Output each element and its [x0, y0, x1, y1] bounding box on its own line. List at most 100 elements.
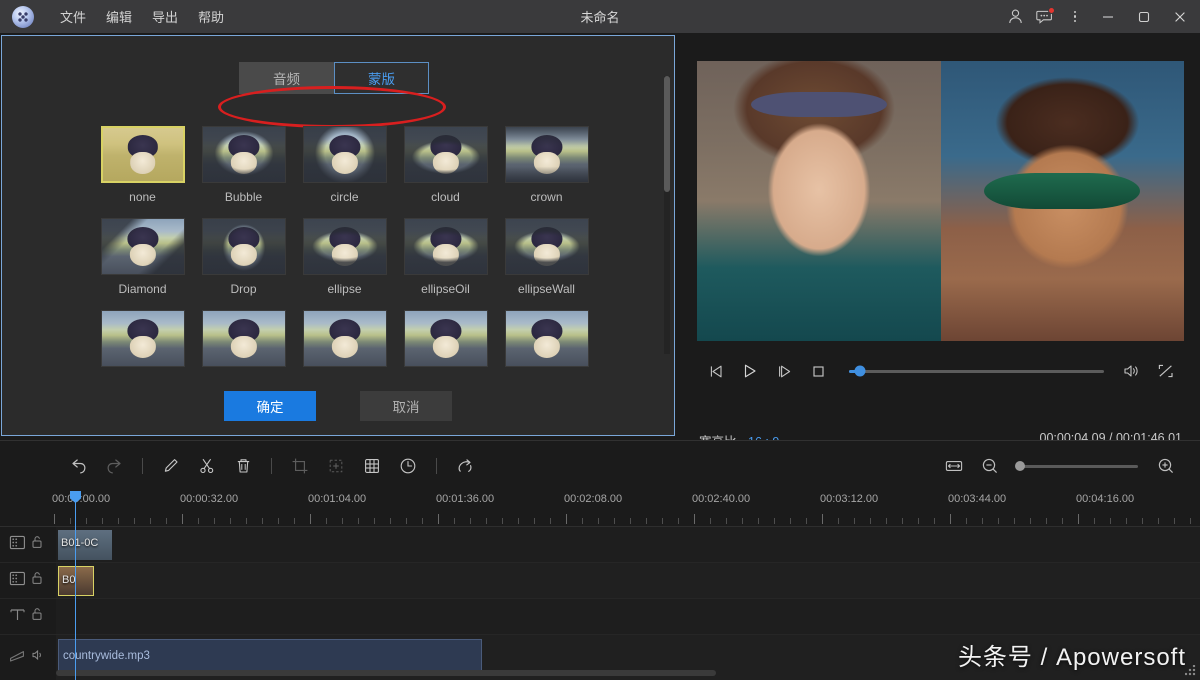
film-icon: [8, 570, 27, 592]
video-track-2[interactable]: B0: [0, 563, 1200, 599]
maximize-button[interactable]: [1126, 0, 1162, 33]
film-icon: [8, 534, 27, 556]
mask-label: Diamond: [118, 282, 167, 296]
mask-item-partial[interactable]: [92, 296, 193, 367]
menu-help[interactable]: 帮助: [188, 3, 234, 30]
video-track-1[interactable]: B01-0C: [0, 527, 1200, 563]
mask-label: cloud: [431, 190, 460, 204]
mask-thumbnail: [403, 310, 488, 367]
duration-button[interactable]: [390, 449, 426, 483]
zoom-in-icon[interactable]: [1148, 449, 1184, 483]
tab-audio[interactable]: 音频: [239, 62, 334, 94]
track-lane[interactable]: B0: [56, 563, 1200, 598]
progress-track: [849, 365, 1104, 377]
watermark: 头条号 / Apowersoft: [957, 644, 1186, 671]
account-icon[interactable]: [1000, 0, 1030, 33]
menu-edit[interactable]: 编辑: [96, 3, 142, 30]
timeline-clip[interactable]: B0: [58, 566, 94, 596]
track-lane[interactable]: [56, 599, 1200, 634]
fit-to-window-icon[interactable]: [936, 449, 972, 483]
mask-label: none: [129, 190, 156, 204]
mask-label: ellipseWall: [518, 282, 575, 296]
mask-item-partial[interactable]: [193, 296, 294, 367]
previous-frame-button[interactable]: [699, 356, 733, 386]
mask-label: ellipseOil: [421, 282, 470, 296]
fullscreen-icon[interactable]: [1148, 356, 1182, 386]
menu-export[interactable]: 导出: [142, 3, 188, 30]
mask-item-partial[interactable]: [395, 296, 496, 367]
mask-item-bubble[interactable]: Bubble: [193, 112, 294, 204]
cut-button[interactable]: [189, 449, 225, 483]
stop-button[interactable]: [801, 356, 835, 386]
timeline-ruler[interactable]: 00:00:00.00 00:00:32.00 00:01:04.00 00:0…: [0, 491, 1200, 527]
unlock-icon[interactable]: [31, 607, 43, 626]
zoom-slider-knob[interactable]: [1015, 461, 1026, 471]
notification-badge: [1048, 7, 1055, 14]
text-track[interactable]: [0, 599, 1200, 635]
mask-item-cloud[interactable]: cloud: [395, 112, 496, 204]
mosaic-button[interactable]: [354, 449, 390, 483]
timeline-horizontal-scrollbar[interactable]: [56, 670, 716, 676]
mask-item-none[interactable]: none: [92, 112, 193, 204]
redo-button[interactable]: [96, 449, 132, 483]
mask-thumbnail: [504, 310, 589, 367]
unlock-icon[interactable]: [31, 571, 43, 590]
cancel-button[interactable]: 取消: [360, 391, 452, 421]
mask-item-diamond[interactable]: Diamond: [92, 204, 193, 296]
more-options-icon[interactable]: [1060, 0, 1090, 33]
resize-grip[interactable]: [1185, 665, 1197, 677]
delete-button[interactable]: [225, 449, 261, 483]
track-lane[interactable]: B01-0C: [56, 527, 1200, 562]
next-frame-button[interactable]: [767, 356, 801, 386]
edit-button[interactable]: [153, 449, 189, 483]
playhead[interactable]: [75, 491, 76, 680]
window-controls: [1000, 0, 1200, 33]
mask-grid-scrollbar[interactable]: [664, 76, 670, 354]
mask-item-drop[interactable]: Drop: [193, 204, 294, 296]
unlock-icon[interactable]: [31, 535, 43, 554]
preview-progress-slider[interactable]: [849, 362, 1104, 380]
mask-item-ellipse[interactable]: ellipse: [294, 204, 395, 296]
mask-item-crown[interactable]: crown: [496, 112, 597, 204]
ruler-tick-label: 00:00:32.00: [180, 493, 239, 505]
mask-thumbnail: [100, 310, 185, 367]
play-button[interactable]: [733, 356, 767, 386]
mask-dialog: 音频 蒙版 none Bubble circle cloud crown Dia…: [1, 35, 675, 436]
menu-bar: 文件 编辑 导出 帮助: [50, 3, 234, 30]
mask-label: Bubble: [224, 190, 263, 204]
mask-item-ellipsewall[interactable]: ellipseWall: [496, 204, 597, 296]
audio-icon: [8, 647, 27, 669]
mask-item-ellipseoil[interactable]: ellipseOil: [395, 204, 496, 296]
mask-thumbnail: [504, 218, 589, 275]
video-editor-window: 文件 编辑 导出 帮助 未命名 音频 蒙版 none Bubble circle…: [0, 0, 1200, 680]
speaker-icon[interactable]: [31, 648, 45, 667]
timeline-zoom-slider[interactable]: [1015, 461, 1138, 471]
mask-item-partial[interactable]: [496, 296, 597, 367]
undo-button[interactable]: [60, 449, 96, 483]
close-button[interactable]: [1162, 0, 1198, 33]
text-icon: [8, 606, 27, 628]
title-bar: 文件 编辑 导出 帮助 未命名: [0, 0, 1200, 33]
minimize-button[interactable]: [1090, 0, 1126, 33]
menu-file[interactable]: 文件: [50, 3, 96, 30]
video-preview[interactable]: [697, 61, 1184, 341]
mask-item-partial[interactable]: [294, 296, 395, 367]
mask-item-circle[interactable]: circle: [294, 112, 395, 204]
timeline-clip[interactable]: B01-0C: [58, 530, 112, 560]
confirm-button[interactable]: 确定: [224, 391, 316, 421]
progress-knob[interactable]: [854, 365, 866, 377]
track-header: [0, 599, 56, 634]
zoom-out-icon[interactable]: [972, 449, 1008, 483]
tab-mask[interactable]: 蒙版: [334, 62, 429, 94]
transform-button[interactable]: [318, 449, 354, 483]
mask-thumbnail: [403, 218, 488, 275]
volume-icon[interactable]: [1114, 356, 1148, 386]
feedback-icon[interactable]: [1030, 0, 1060, 33]
mask-grid-scroll-area[interactable]: none Bubble circle cloud crown Diamond D…: [10, 112, 668, 394]
crop-button[interactable]: [282, 449, 318, 483]
scrollbar-thumb[interactable]: [664, 76, 670, 192]
clip-label: countrywide.mp3: [63, 650, 150, 662]
share-button[interactable]: [447, 449, 483, 483]
main-area: 音频 蒙版 none Bubble circle cloud crown Dia…: [0, 33, 1200, 449]
preview-clip-right: [940, 61, 1184, 341]
